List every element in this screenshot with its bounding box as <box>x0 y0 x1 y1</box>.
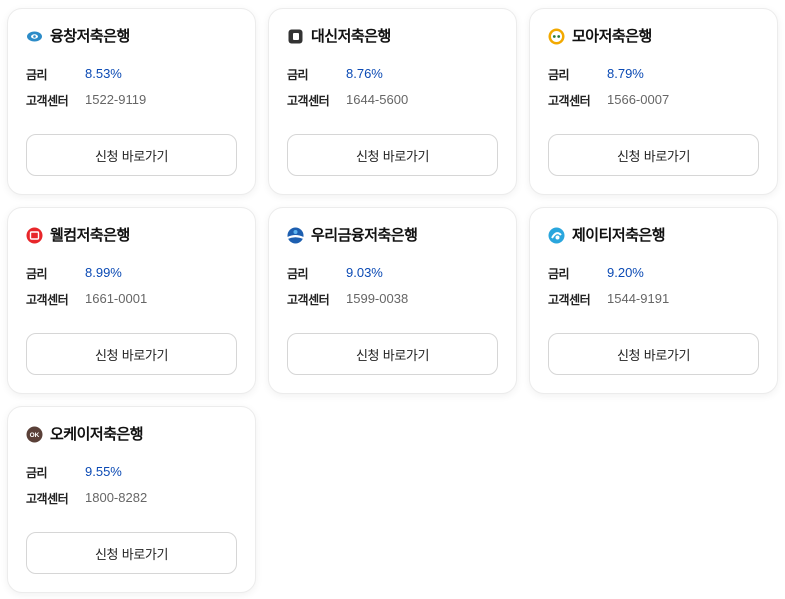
bank-card-moa: 모아저축은행 금리 8.79% 고객센터 1566-0007 신청 바로가기 <box>529 8 778 195</box>
rate-value: 8.79% <box>607 66 644 81</box>
bank-name: 융창저축은행 <box>50 27 130 45</box>
apply-button[interactable]: 신청 바로가기 <box>548 134 759 176</box>
bank-name: 우리금융저축은행 <box>311 226 418 244</box>
phone-value: 1800-8282 <box>85 490 148 505</box>
moa-logo-icon <box>548 28 565 45</box>
phone-label: 고객센터 <box>26 94 69 108</box>
phone-value: 1644-5600 <box>346 92 409 107</box>
bank-card-yungchang: 융창저축은행 금리 8.53% 고객센터 1522-9119 신청 바로가기 <box>7 8 256 195</box>
rate-label: 금리 <box>548 68 570 82</box>
svg-text:OK: OK <box>30 432 40 439</box>
daeshin-logo-icon <box>287 28 304 45</box>
rate-label: 금리 <box>26 68 48 82</box>
apply-button[interactable]: 신청 바로가기 <box>287 134 498 176</box>
phone-label: 고객센터 <box>287 94 330 108</box>
rate-value: 9.55% <box>85 464 122 479</box>
phone-label: 고객센터 <box>287 293 330 307</box>
phone-label: 고객센터 <box>548 293 591 307</box>
bank-name: 모아저축은행 <box>572 27 652 45</box>
jt-logo-icon <box>548 227 565 244</box>
rate-value: 9.03% <box>346 265 383 280</box>
rate-value: 8.76% <box>346 66 383 81</box>
apply-button[interactable]: 신청 바로가기 <box>26 532 237 574</box>
rate-label: 금리 <box>287 267 309 281</box>
phone-value: 1599-0038 <box>346 291 409 306</box>
bank-name: 오케이저축은행 <box>50 425 144 443</box>
phone-label: 고객센터 <box>548 94 591 108</box>
phone-label: 고객센터 <box>26 492 69 506</box>
phone-label: 고객센터 <box>26 293 69 307</box>
welcome-logo-icon <box>26 227 43 244</box>
bank-name: 대신저축은행 <box>311 27 391 45</box>
rate-label: 금리 <box>26 267 48 281</box>
apply-button[interactable]: 신청 바로가기 <box>26 134 237 176</box>
bank-card-woori: 우리금융저축은행 금리 9.03% 고객센터 1599-0038 신청 바로가기 <box>268 207 517 394</box>
bank-card-ok: OK 오케이저축은행 금리 9.55% 고객센터 1800-8282 신청 바로… <box>7 406 256 593</box>
bank-name: 제이티저축은행 <box>572 226 666 244</box>
woori-logo-icon <box>287 227 304 244</box>
phone-value: 1522-9119 <box>85 92 147 107</box>
phone-value: 1544-9191 <box>607 291 670 306</box>
rate-label: 금리 <box>287 68 309 82</box>
rate-value: 9.20% <box>607 265 644 280</box>
ok-logo-icon: OK <box>26 426 43 443</box>
phone-value: 1661-0001 <box>85 291 148 306</box>
rate-value: 8.53% <box>85 66 122 81</box>
phone-value: 1566-0007 <box>607 92 670 107</box>
rate-label: 금리 <box>26 466 48 480</box>
apply-button[interactable]: 신청 바로가기 <box>26 333 237 375</box>
bank-card-jt: 제이티저축은행 금리 9.20% 고객센터 1544-9191 신청 바로가기 <box>529 207 778 394</box>
bank-name: 웰컴저축은행 <box>50 226 130 244</box>
bank-card-welcome: 웰컴저축은행 금리 8.99% 고객센터 1661-0001 신청 바로가기 <box>7 207 256 394</box>
yungchang-logo-icon <box>26 28 43 45</box>
rate-value: 8.99% <box>85 265 122 280</box>
apply-button[interactable]: 신청 바로가기 <box>287 333 498 375</box>
bank-card-daeshin: 대신저축은행 금리 8.76% 고객센터 1644-5600 신청 바로가기 <box>268 8 517 195</box>
apply-button[interactable]: 신청 바로가기 <box>548 333 759 375</box>
rate-label: 금리 <box>548 267 570 281</box>
